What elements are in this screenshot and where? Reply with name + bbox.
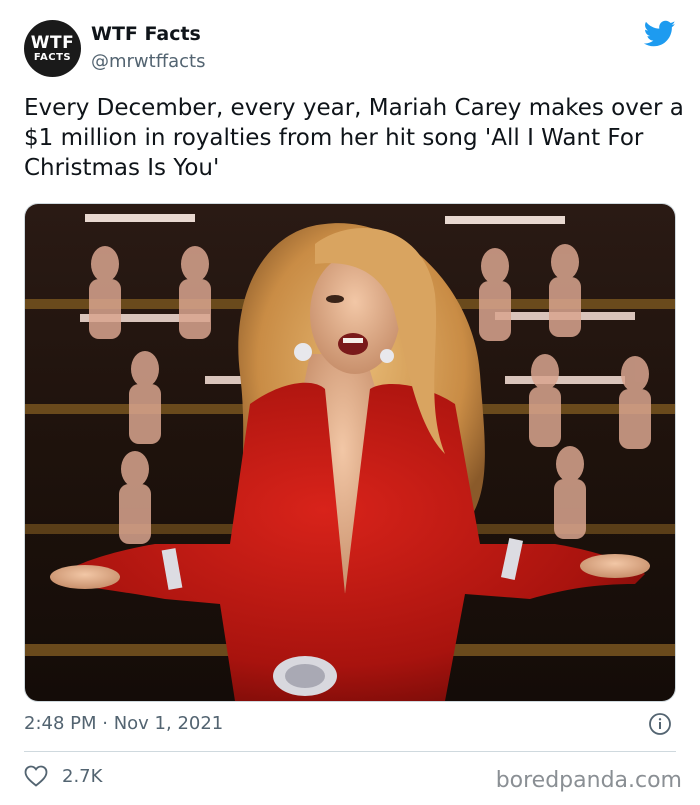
tweet-timestamp[interactable]: 2:48 PM · Nov 1, 2021 — [24, 713, 223, 734]
avatar-text-wtf: WTF — [30, 32, 75, 53]
avatar[interactable]: WTF FACTS — [24, 20, 81, 77]
watermark: boredpanda.com — [495, 768, 682, 793]
info-icon[interactable] — [648, 712, 672, 736]
avatar-text-facts: FACTS — [33, 51, 72, 63]
mariah-carey-photo — [25, 204, 675, 701]
display-name[interactable]: WTF Facts — [91, 23, 201, 45]
tweet-text: Every December, every year, Mariah Carey… — [24, 95, 684, 181]
divider — [24, 751, 676, 752]
like-count: 2.7K — [62, 765, 103, 787]
tweet-card: WTF FACTS WTF Facts @mrwtffacts Every De… — [0, 0, 700, 805]
twitter-bird-icon[interactable] — [644, 20, 676, 48]
tweet-header: WTF FACTS WTF Facts @mrwtffacts — [24, 20, 676, 78]
tweet-photo[interactable] — [24, 203, 676, 702]
user-handle[interactable]: @mrwtffacts — [91, 51, 205, 72]
like-button[interactable]: 2.7K — [24, 765, 102, 787]
heart-icon — [24, 765, 48, 787]
